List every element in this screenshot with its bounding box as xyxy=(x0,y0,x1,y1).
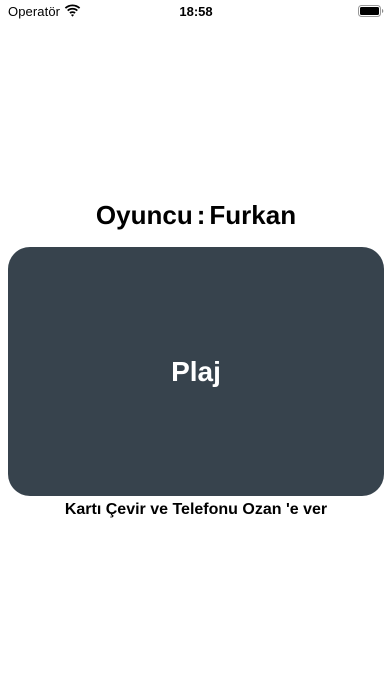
status-time: 18:58 xyxy=(179,4,213,19)
instruction-suffix: 'e ver xyxy=(285,501,328,518)
battery-icon xyxy=(358,5,384,17)
player-label: Oyuncu xyxy=(95,200,193,230)
status-bar: Operatör 18:58 xyxy=(0,0,392,24)
card-word: Plaj xyxy=(171,355,221,387)
player-name: Furkan xyxy=(209,200,297,230)
next-player-name: Ozan xyxy=(242,501,282,518)
player-separator: : xyxy=(196,200,206,230)
player-title: Oyuncu: Furkan xyxy=(0,199,392,231)
instruction-text: Kartı Çevir ve Telefonu Ozan 'e ver xyxy=(0,500,392,520)
instruction-prefix: Kartı Çevir ve Telefonu xyxy=(64,501,238,518)
app-screen: Operatör 18:58 Oyuncu: Furkan Plaj Kartı … xyxy=(0,0,392,696)
word-card[interactable]: Plaj xyxy=(8,247,384,496)
